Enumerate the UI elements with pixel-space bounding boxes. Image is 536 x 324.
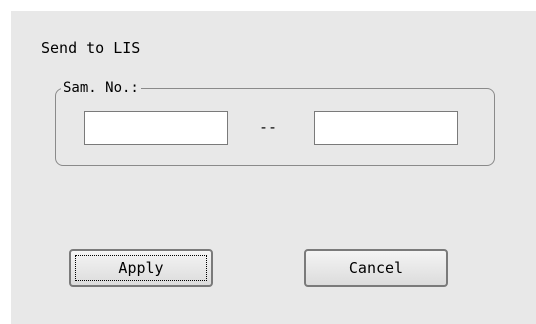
apply-button[interactable]: Apply — [69, 249, 213, 287]
sample-number-from-input[interactable] — [84, 111, 228, 145]
send-to-lis-dialog: Send to LIS Sam. No.: -- Apply Cancel — [10, 10, 536, 324]
cancel-button-label: Cancel — [348, 259, 404, 277]
range-separator: -- — [259, 118, 278, 136]
dialog-title: Send to LIS — [41, 39, 141, 57]
sample-number-to-input[interactable] — [314, 111, 458, 145]
sample-number-label: Sam. No.: — [61, 79, 141, 97]
apply-button-label: Apply — [118, 259, 164, 277]
cancel-button[interactable]: Cancel — [304, 249, 448, 287]
